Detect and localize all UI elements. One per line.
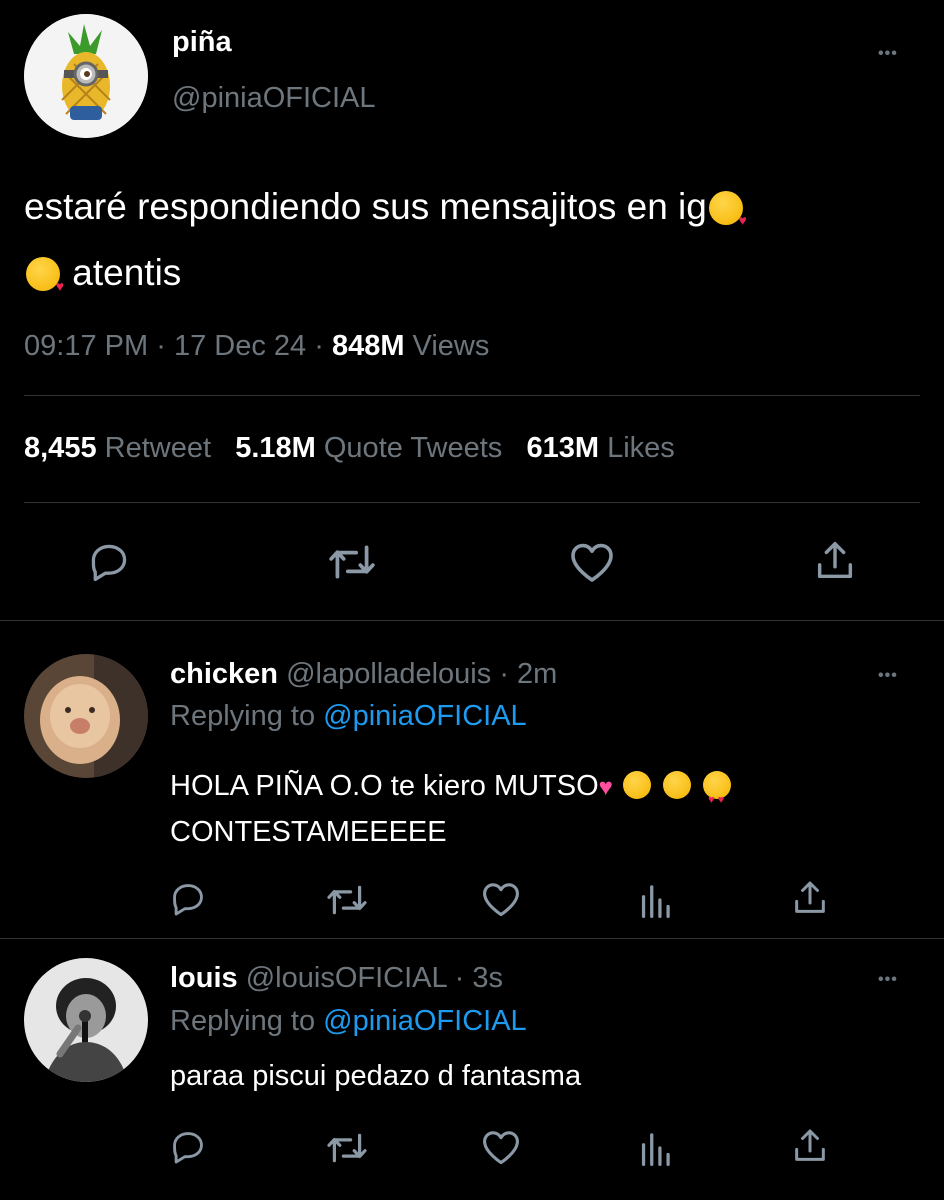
analytics-icon[interactable] bbox=[638, 1130, 672, 1166]
reply-header: chicken @lapolladelouis · 2m bbox=[170, 658, 557, 691]
retweets-stat[interactable]: 8,455 Retweet bbox=[24, 432, 211, 464]
reply-text-line1: HOLA PIÑA O.O te kiero MUTSO bbox=[170, 770, 599, 802]
replying-to-label: Replying to bbox=[170, 700, 316, 732]
replying-to-label: Replying to bbox=[170, 1005, 316, 1037]
reply-icon[interactable] bbox=[168, 880, 208, 918]
tweet-meta: 09:17 PM · 17 Dec 24 · 848M Views bbox=[24, 330, 489, 363]
reply-avatar[interactable] bbox=[24, 654, 148, 778]
retweets-label: Retweet bbox=[104, 432, 212, 464]
like-icon[interactable] bbox=[568, 540, 616, 584]
reply-time[interactable]: 3s bbox=[472, 962, 503, 994]
more-icon[interactable]: ••• bbox=[878, 44, 898, 64]
divider bbox=[24, 395, 920, 396]
heart-eyes-emoji: ♥ ♥ bbox=[703, 771, 732, 806]
tweet-text-line1: estaré respondiendo sus mensajitos en ig bbox=[24, 186, 707, 227]
replying-to: Replying to @piniaOFICIAL bbox=[170, 1005, 527, 1038]
reply-handle[interactable]: @louisOFICIAL bbox=[246, 962, 447, 994]
quotes-stat[interactable]: 5.18M Quote Tweets bbox=[235, 432, 502, 464]
reply-icon[interactable] bbox=[86, 540, 132, 584]
reply-display-name[interactable]: chicken bbox=[170, 658, 278, 690]
divider bbox=[0, 938, 944, 939]
reply-icon[interactable] bbox=[168, 1128, 208, 1166]
chick-photo-image bbox=[24, 654, 148, 778]
retweet-icon[interactable] bbox=[327, 541, 377, 583]
tweet-stats: 8,455 Retweet 5.18M Quote Tweets 613M Li… bbox=[24, 432, 675, 465]
share-icon[interactable] bbox=[790, 878, 830, 918]
replying-to: Replying to @piniaOFICIAL bbox=[170, 700, 527, 733]
retweet-icon[interactable] bbox=[325, 882, 369, 918]
reply-text-line2: CONTESTAMEEEEE bbox=[170, 816, 447, 848]
quotes-count: 5.18M bbox=[235, 432, 316, 464]
tweet-text-line2: atentis bbox=[72, 252, 182, 293]
divider bbox=[24, 502, 920, 503]
replying-to-handle[interactable]: @piniaOFICIAL bbox=[323, 700, 527, 732]
drool-emoji bbox=[663, 771, 692, 799]
kiss-emoji: ♥ bbox=[708, 191, 747, 227]
views-count: 848M bbox=[331, 330, 405, 362]
reply-handle[interactable]: @lapolladelouis bbox=[286, 658, 491, 690]
like-icon[interactable] bbox=[480, 880, 522, 918]
likes-label: Likes bbox=[607, 432, 675, 464]
tweet-text: estaré respondiendo sus mensajitos en ig… bbox=[24, 174, 924, 306]
share-icon[interactable] bbox=[790, 1126, 830, 1166]
kiss-emoji: ♥ bbox=[26, 257, 64, 293]
reply-text: HOLA PIÑA O.O te kiero MUTSO♥ ♥ ♥ CONTES… bbox=[170, 764, 910, 854]
pineapple-minion-image bbox=[24, 14, 148, 138]
reply-display-name[interactable]: louis bbox=[170, 962, 238, 994]
more-icon[interactable]: ••• bbox=[878, 666, 898, 686]
reply-avatar[interactable] bbox=[24, 958, 148, 1082]
reply-text: paraa piscui pedazo d fantasma bbox=[170, 1060, 581, 1093]
separator: · bbox=[454, 962, 465, 994]
reply-time[interactable]: 2m bbox=[517, 658, 557, 690]
retweets-count: 8,455 bbox=[24, 432, 97, 464]
separator: · bbox=[499, 658, 509, 690]
separator: · bbox=[156, 330, 166, 362]
author-handle[interactable]: @piniaOFICIAL bbox=[172, 82, 376, 115]
two-hearts-emoji: ♥ bbox=[598, 774, 613, 801]
quotes-label: Quote Tweets bbox=[323, 432, 503, 464]
singer-photo-image bbox=[24, 958, 148, 1082]
divider bbox=[0, 620, 944, 621]
reply-header: louis @louisOFICIAL · 3s bbox=[170, 962, 503, 995]
drool-emoji bbox=[622, 771, 651, 799]
like-icon[interactable] bbox=[480, 1128, 522, 1166]
likes-stat[interactable]: 613M Likes bbox=[526, 432, 674, 464]
more-icon[interactable]: ••• bbox=[878, 970, 898, 990]
tweet-date[interactable]: 17 Dec 24 bbox=[174, 330, 306, 362]
author-avatar[interactable] bbox=[24, 14, 148, 138]
tweet-time[interactable]: 09:17 PM bbox=[24, 330, 148, 362]
likes-count: 613M bbox=[526, 432, 599, 464]
replying-to-handle[interactable]: @piniaOFICIAL bbox=[323, 1005, 527, 1037]
separator: · bbox=[314, 330, 324, 362]
analytics-icon[interactable] bbox=[638, 882, 672, 918]
retweet-icon[interactable] bbox=[325, 1130, 369, 1166]
views-label: Views bbox=[412, 330, 490, 362]
reply-text-line1: paraa piscui pedazo d fantasma bbox=[170, 1060, 582, 1092]
share-icon[interactable] bbox=[812, 538, 858, 584]
author-display-name[interactable]: piña bbox=[172, 26, 232, 59]
